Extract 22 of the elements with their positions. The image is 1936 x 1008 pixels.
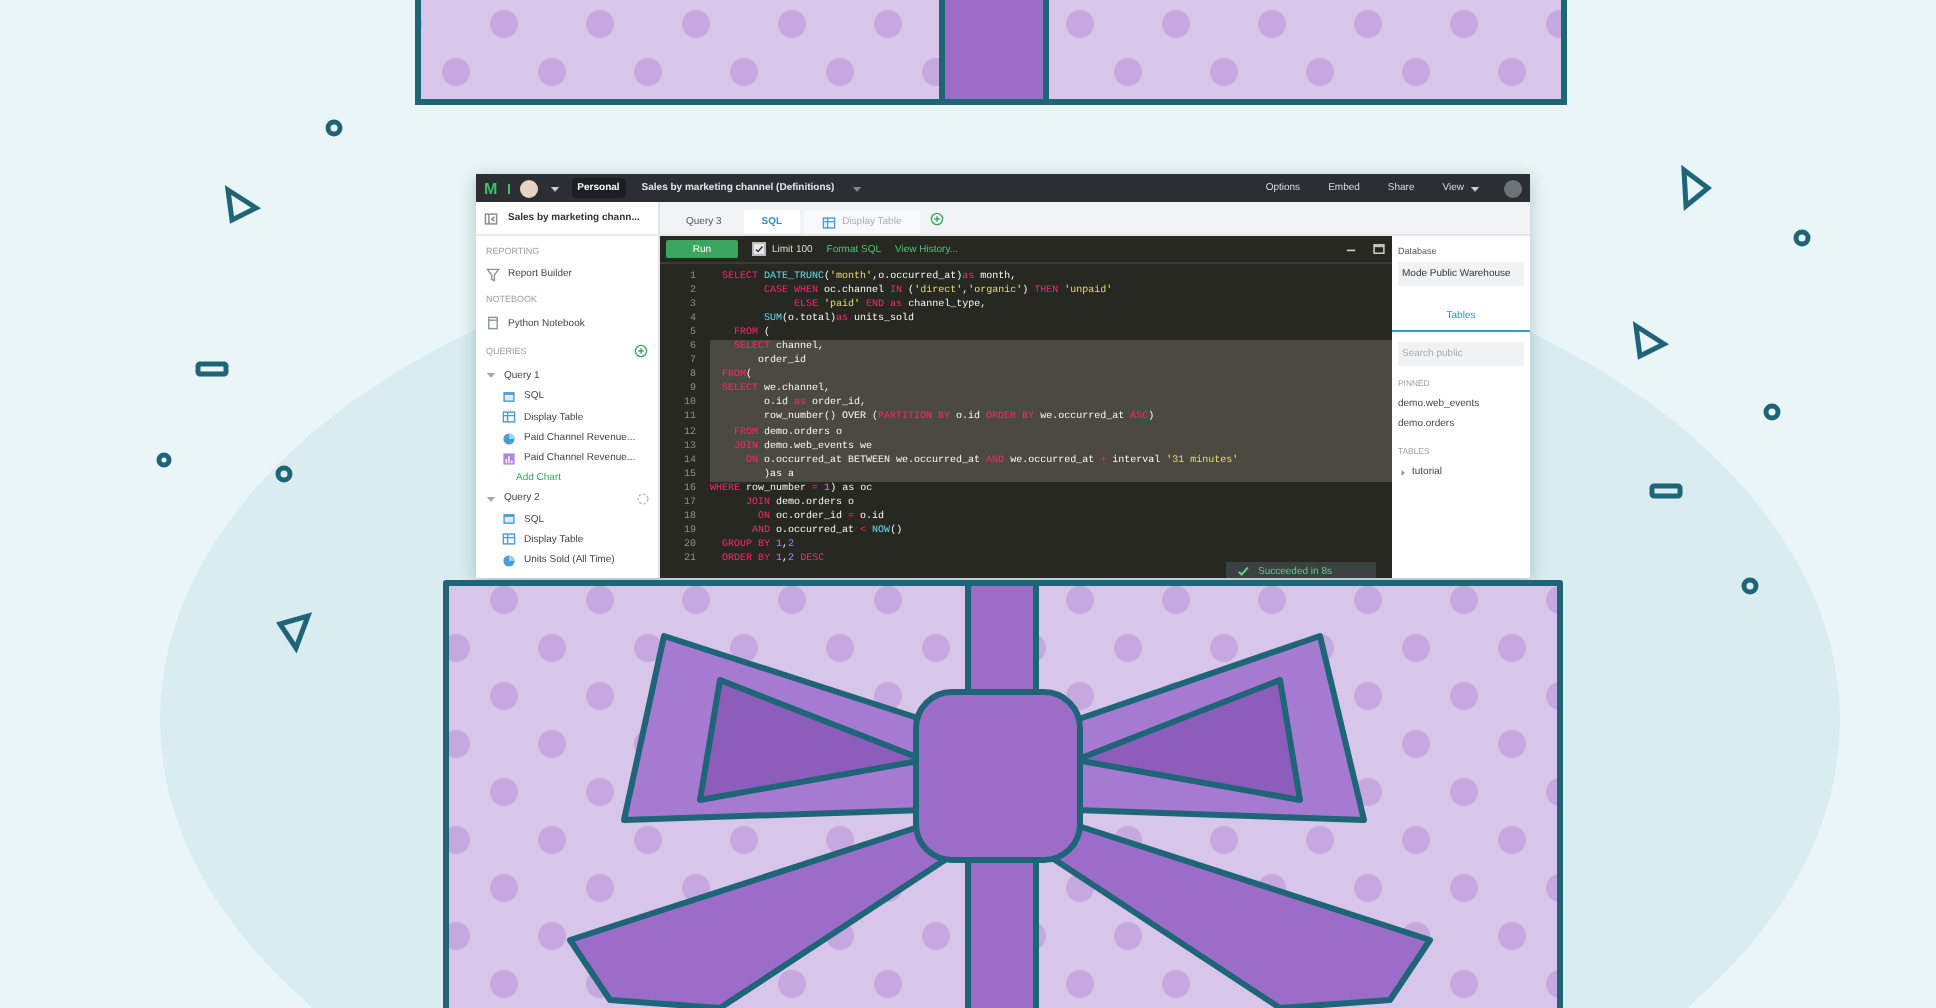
collapse-icon xyxy=(484,211,498,225)
check-icon xyxy=(1236,564,1250,578)
funnel-icon xyxy=(486,267,500,282)
app-logo[interactable]: M xyxy=(484,179,498,197)
add-tab-icon[interactable] xyxy=(929,211,944,225)
caret-icon xyxy=(1398,467,1408,477)
maximize-icon[interactable] xyxy=(1372,242,1386,256)
table-icon xyxy=(502,410,516,425)
avatar[interactable] xyxy=(519,179,538,197)
table-icon xyxy=(502,532,516,547)
caret-icon xyxy=(1468,181,1482,195)
bar-chart-icon xyxy=(502,451,516,466)
code-window-icon xyxy=(502,512,516,527)
caret-icon xyxy=(547,181,562,195)
notebook-icon xyxy=(486,316,500,331)
pie-chart-icon xyxy=(502,431,516,446)
checkbox[interactable] xyxy=(752,242,766,256)
add-icon xyxy=(634,343,648,358)
table-icon xyxy=(822,215,837,229)
pie-chart-icon xyxy=(502,553,516,568)
code-window-icon xyxy=(502,389,516,404)
caret-icon xyxy=(850,181,865,195)
